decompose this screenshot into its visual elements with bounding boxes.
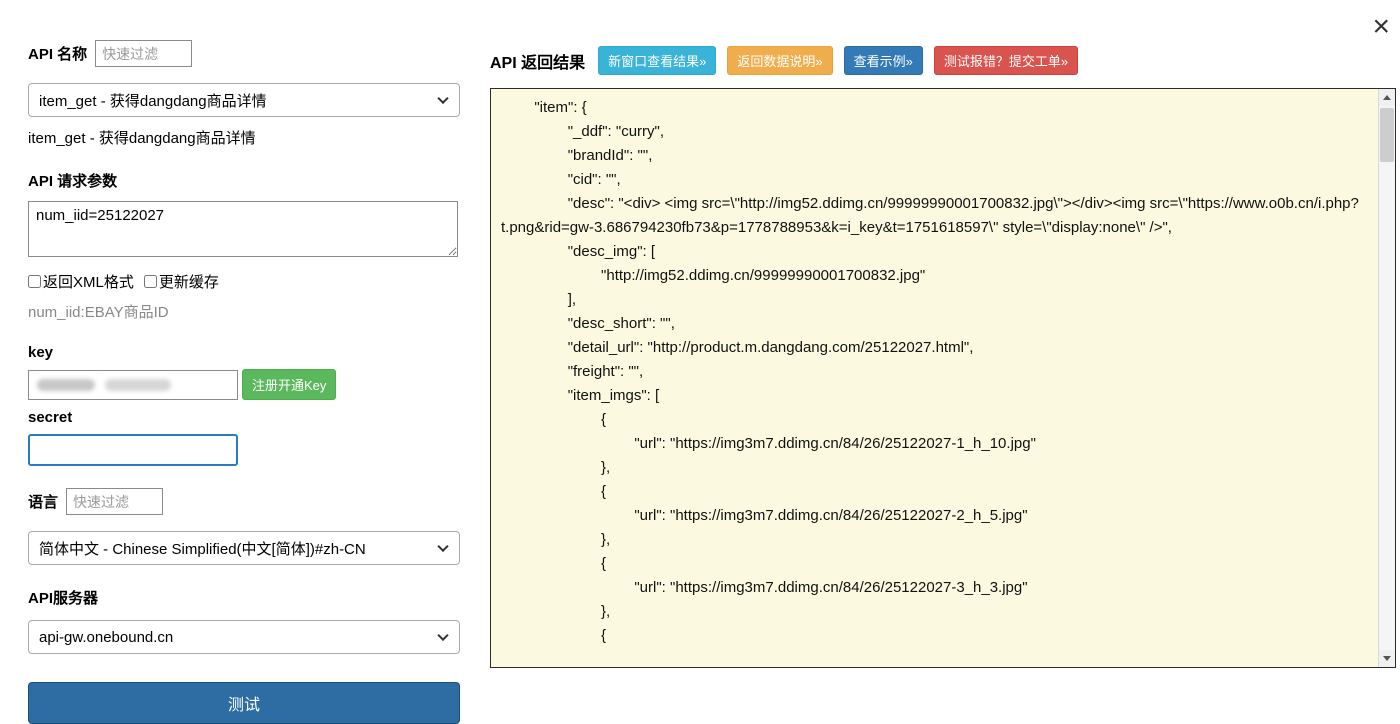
- chevron-down-icon: [437, 92, 449, 105]
- options-row: 返回XML格式 更新缓存: [28, 271, 460, 292]
- arrow-up-icon: [1383, 95, 1391, 100]
- scrollbar-thumb[interactable]: [1380, 108, 1394, 162]
- arrow-down-icon: [1383, 656, 1391, 661]
- api-result-area: "item": { "_ddf": "curry", "brandId": ""…: [490, 88, 1396, 668]
- api-method-caption: item_get - 获得dangdang商品详情: [28, 130, 256, 147]
- key-label: key: [28, 344, 54, 361]
- open-result-new-window-button[interactable]: 新窗口查看结果»: [598, 46, 717, 75]
- language-filter-input[interactable]: [66, 488, 164, 515]
- language-label: 语言: [28, 494, 59, 511]
- update-cache-label: 更新缓存: [158, 274, 219, 291]
- view-example-button[interactable]: 查看示例»: [843, 46, 923, 75]
- close-icon[interactable]: ×: [1372, 12, 1390, 42]
- redacted-key-value: [37, 378, 95, 391]
- report-error-ticket-button[interactable]: 测试报错？提交工单»: [933, 46, 1079, 75]
- scroll-down-button[interactable]: [1379, 650, 1395, 667]
- chevron-down-icon: [437, 540, 449, 553]
- redacted-key-value: [105, 378, 171, 391]
- xml-format-label: 返回XML格式: [43, 274, 134, 291]
- param-hint: num_iid:EBAY商品ID: [28, 304, 169, 321]
- result-header: API 返回结果 新窗口查看结果» 返回数据说明» 查看示例» 测试报错？提交工…: [490, 46, 1079, 75]
- register-key-button[interactable]: 注册开通Key: [242, 369, 337, 400]
- scroll-up-button[interactable]: [1379, 89, 1395, 106]
- api-name-label: API 名称: [28, 46, 88, 63]
- result-title: API 返回结果: [490, 54, 586, 72]
- api-result-json: "item": { "_ddf": "curry", "brandId": ""…: [501, 99, 1359, 644]
- api-method-select-value: item_get - 获得dangdang商品详情: [39, 92, 267, 110]
- request-params-label: API 请求参数: [28, 173, 118, 190]
- scrollbar[interactable]: [1378, 89, 1395, 667]
- update-cache-checkbox[interactable]: [143, 275, 157, 288]
- language-select-value: 简体中文 - Chinese Simplified(中文[简体])#zh-CN: [39, 540, 366, 558]
- data-description-button[interactable]: 返回数据说明»: [727, 46, 833, 75]
- language-select[interactable]: 简体中文 - Chinese Simplified(中文[简体])#zh-CN: [28, 531, 460, 565]
- key-input[interactable]: [28, 369, 238, 400]
- api-server-select-value: api-gw.onebound.cn: [39, 628, 174, 646]
- api-name-row: API 名称: [28, 40, 460, 67]
- params-textarea[interactable]: num_iid=25122027: [28, 201, 458, 257]
- secret-label: secret: [28, 409, 73, 426]
- request-panel: API 名称 item_get - 获得dangdang商品详情 item_ge…: [28, 40, 460, 724]
- api-method-select[interactable]: item_get - 获得dangdang商品详情: [28, 83, 460, 117]
- api-name-filter-input[interactable]: [95, 40, 193, 67]
- xml-format-checkbox[interactable]: [28, 275, 41, 288]
- api-server-label: API服务器: [28, 590, 99, 607]
- test-button[interactable]: 测试: [28, 682, 460, 724]
- key-row: 注册开通Key: [28, 369, 460, 400]
- chevron-down-icon: [437, 629, 449, 642]
- api-server-select[interactable]: api-gw.onebound.cn: [28, 620, 460, 654]
- language-row: 语言: [28, 488, 460, 515]
- secret-input[interactable]: [28, 434, 238, 466]
